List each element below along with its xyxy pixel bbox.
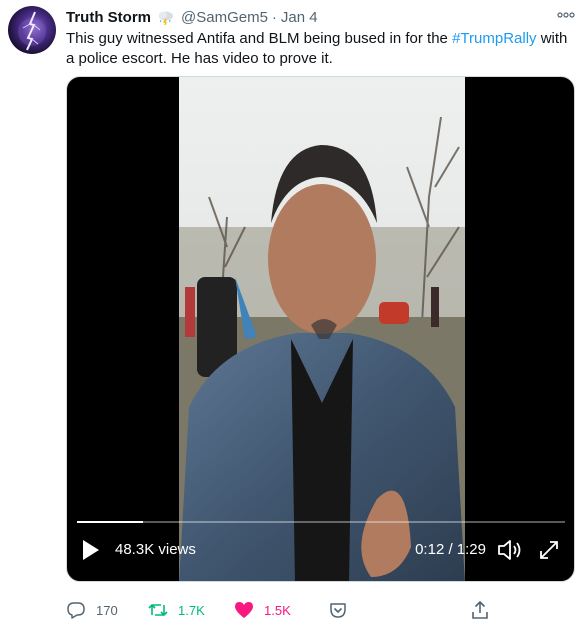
retweet-icon — [148, 604, 168, 616]
avatar[interactable] — [8, 6, 56, 54]
share-icon — [472, 601, 488, 619]
video-player[interactable]: 48.3K views 0:12 / 1:29 — [66, 76, 575, 582]
separator-dot: · — [271, 8, 277, 26]
storm-cloud-emoji-icon — [157, 9, 175, 26]
retweet-count: 1.7K — [178, 602, 205, 618]
user-handle[interactable]: @SamGem5 — [181, 9, 268, 26]
like-count: 1.5K — [264, 602, 291, 618]
share-button[interactable] — [470, 598, 500, 622]
video-controls: 48.3K views 0:12 / 1:29 — [67, 517, 574, 581]
volume-button[interactable] — [496, 538, 522, 562]
progress-fill — [77, 521, 143, 523]
play-button[interactable] — [81, 539, 101, 561]
video-frame — [179, 77, 465, 581]
reply-icon — [67, 602, 85, 619]
reply-button[interactable]: 170 — [66, 598, 118, 622]
video-time: 0:12 / 1:29 — [415, 541, 486, 558]
lightning-storm-image — [18, 11, 46, 51]
save-button[interactable] — [328, 598, 358, 622]
hashtag-link[interactable]: #TrumpRally — [452, 30, 536, 47]
fullscreen-button[interactable] — [538, 539, 560, 561]
tweet-header: Truth Storm @SamGem5 · Jan 4 — [66, 7, 318, 27]
tweet-text-part: This guy witnessed Antifa and BLM being … — [66, 30, 453, 47]
view-count: 48.3K views — [115, 541, 196, 558]
tweet-text: This guy witnessed Antifa and BLM being … — [66, 29, 578, 69]
tweet-date[interactable]: Jan 4 — [281, 9, 318, 26]
tweet-actions: 170 1.7K 1.5K — [66, 598, 506, 622]
display-name[interactable]: Truth Storm — [66, 9, 151, 26]
like-button[interactable]: 1.5K — [234, 598, 291, 622]
play-icon — [83, 540, 99, 560]
heart-icon — [235, 602, 253, 618]
expand-icon — [540, 541, 558, 559]
reply-count: 170 — [96, 602, 118, 618]
volume-icon — [498, 540, 521, 560]
tweet[interactable]: Truth Storm @SamGem5 · Jan 4 This guy wi… — [0, 0, 588, 630]
retweet-button[interactable]: 1.7K — [148, 598, 205, 622]
more-options-icon[interactable] — [556, 8, 576, 20]
progress-bar[interactable] — [77, 521, 565, 523]
pocket-save-icon — [330, 603, 346, 618]
